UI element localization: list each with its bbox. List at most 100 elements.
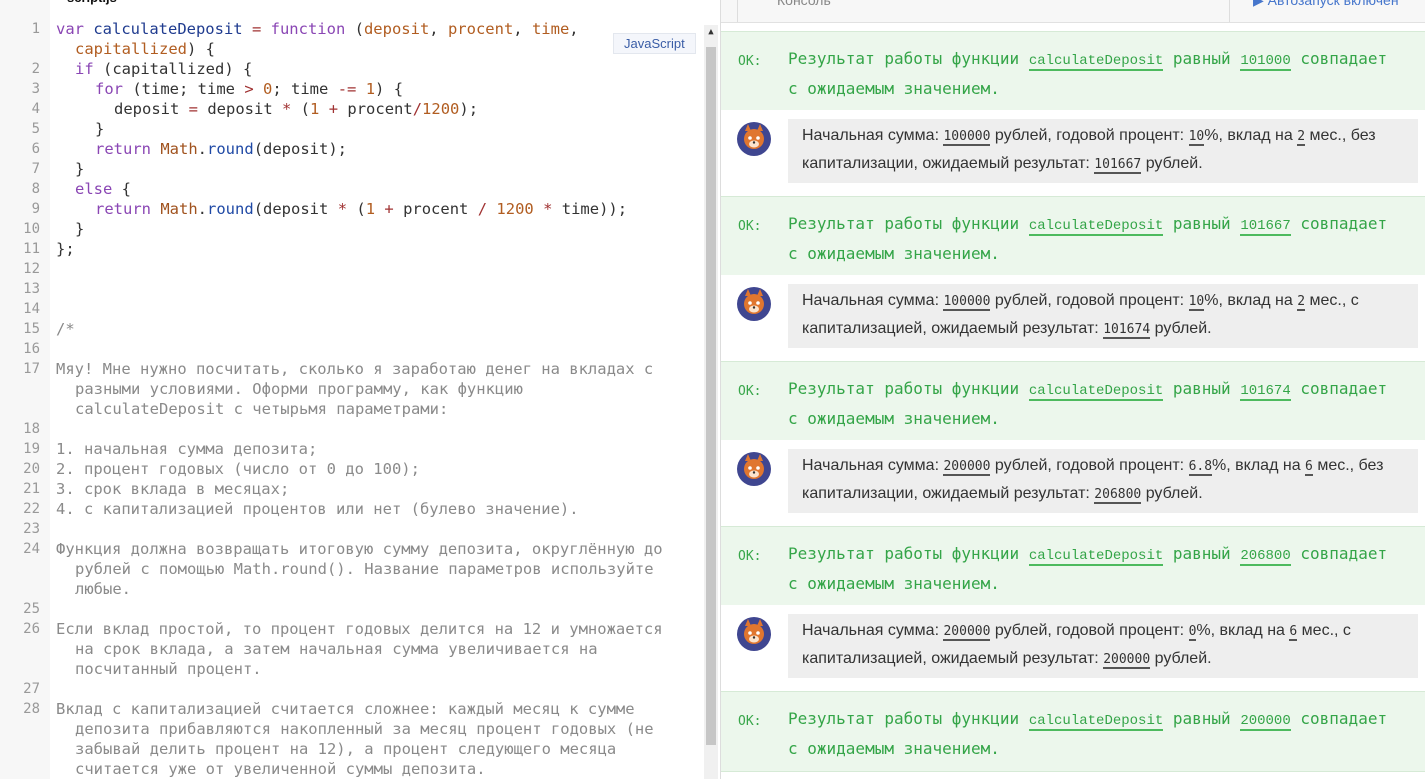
msg-value: 200000 — [943, 459, 991, 476]
ok-message: Результат работы функции calculateDeposi… — [788, 210, 1408, 268]
ok-message: Результат работы функции calculateDeposi… — [788, 705, 1408, 763]
line-number: 13 — [23, 281, 40, 297]
code-line: var calculateDeposit = function (deposit… — [56, 19, 579, 39]
ok-label: OK: — [738, 384, 762, 399]
ok-equal: равный — [1172, 49, 1231, 68]
ok-prefix: Результат работы функции — [788, 49, 1020, 68]
console-title: Консоль — [777, 0, 831, 8]
comment-line: 3. срок вклада в месяцах; — [56, 480, 290, 498]
msg-text: рублей, годовой процент: — [990, 622, 1189, 639]
token-number: 1 — [310, 100, 320, 118]
msg-text: рублей. — [1141, 155, 1203, 172]
ok-prefix: Результат работы функции — [788, 544, 1020, 563]
line-number: 14 — [23, 301, 40, 317]
code-line: } — [75, 160, 85, 178]
header-divider — [737, 0, 738, 22]
cat-avatar-icon — [737, 122, 771, 156]
token-plain: ; time — [272, 80, 338, 98]
comment-line: на срок вклада, а затем начальная сумма … — [75, 640, 598, 658]
cat-avatar-icon — [737, 287, 771, 321]
msg-text: Начальная сумма: — [802, 457, 944, 474]
console-log-entry: Начальная сумма: 200000 рублей, годовой … — [721, 605, 1425, 691]
token-plain: procent — [393, 200, 478, 218]
result-value: 206800 — [1240, 548, 1291, 566]
msg-value: 10 — [1188, 129, 1205, 146]
token-plain: , — [569, 20, 579, 38]
msg-text: %, вклад на — [1204, 127, 1298, 144]
line-number: 27 — [23, 681, 40, 697]
token-plain: { — [112, 180, 131, 198]
autorun-toggle[interactable]: ▶ Автозапуск включен — [1253, 0, 1399, 9]
code-line: return Math.round(deposit * (1 + procent… — [95, 199, 627, 219]
token-op: + — [328, 100, 339, 118]
ok-label: OK: — [738, 714, 762, 729]
code-line: capitallized) { — [75, 39, 215, 59]
comment-line: Функция должна возвращать итоговую сумму… — [56, 540, 663, 558]
editor-scrollbar-thumb[interactable] — [706, 47, 716, 745]
msg-value: 2 — [1297, 294, 1306, 311]
ok-suffix: совпадает — [1300, 544, 1388, 563]
result-value: 200000 — [1240, 713, 1291, 731]
line-number: 9 — [31, 201, 40, 217]
ok-line2: с ожидаемым значением. — [788, 79, 1000, 98]
token-property: round — [207, 200, 254, 218]
scroll-up-icon[interactable]: ▲ — [705, 25, 717, 39]
token-op: / — [412, 100, 423, 118]
result-value: 101674 — [1240, 383, 1291, 401]
line-number: 17 — [23, 361, 40, 377]
msg-value: 6.8 — [1188, 459, 1213, 476]
token-keyword: for — [95, 80, 123, 98]
msg-value: 101667 — [1094, 157, 1142, 174]
ok-line2: с ожидаемым значением. — [788, 574, 1000, 593]
function-name: calculateDeposit — [1028, 548, 1164, 566]
token-op: -= — [337, 80, 357, 98]
comment-line: Вклад с капитализацией считается сложнее… — [56, 700, 635, 718]
token-op: = — [242, 20, 271, 38]
token-param: deposit — [363, 20, 430, 38]
token-number: 1 — [365, 80, 376, 98]
token-param: time — [531, 20, 570, 38]
comment-line: депозита прибавляются накопленный за мес… — [75, 720, 654, 738]
ok-suffix: совпадает — [1300, 379, 1388, 398]
token-number: 1 — [365, 200, 376, 218]
token-plain: procent — [338, 100, 413, 118]
console-ok-entry: OK: Результат работы функции calculateDe… — [721, 691, 1425, 772]
comment-line: забывай делить процент на 12), а процент… — [75, 740, 617, 758]
file-tab[interactable]: script.js — [53, 0, 131, 8]
ok-message: Результат работы функции calculateDeposi… — [788, 45, 1408, 103]
ok-label: OK: — [738, 549, 762, 564]
line-number: 19 — [23, 441, 40, 457]
console-header: ‹› Консоль ▶ Автозапуск включен — [721, 0, 1425, 23]
code-editor[interactable]: script.js 1 2 3 4 5 6 7 8 9 10 11 12 13 … — [0, 0, 720, 779]
line-number: 8 — [31, 181, 40, 197]
line-number: 25 — [23, 601, 40, 617]
console-log-entry: Начальная сумма: 100000 рублей, годовой … — [721, 275, 1425, 361]
ok-message: Результат работы функции calculateDeposi… — [788, 540, 1408, 598]
msg-text: рублей, годовой процент: — [990, 457, 1189, 474]
msg-text: %, вклад на — [1204, 292, 1298, 309]
cat-avatar-icon — [737, 452, 771, 486]
comment-line: разными условиями. Оформи программу, как… — [75, 380, 523, 398]
msg-text: Начальная сумма: — [802, 622, 944, 639]
function-name: calculateDeposit — [1028, 713, 1164, 731]
ok-suffix: совпадает — [1300, 709, 1388, 728]
console-ok-entry: OK: Результат работы функции calculateDe… — [721, 31, 1425, 111]
line-number: 12 — [23, 261, 40, 277]
line-number: 15 — [23, 321, 40, 337]
line-number: 21 — [23, 481, 40, 497]
console-ok-entry: OK: Результат работы функции calculateDe… — [721, 526, 1425, 606]
msg-value: 100000 — [943, 294, 991, 311]
token-op: > — [244, 80, 254, 98]
msg-text: рублей. — [1150, 320, 1212, 337]
token-number: 0 — [263, 80, 273, 98]
token-builtin: Math — [160, 200, 198, 218]
token-plain: ) { — [186, 40, 215, 58]
msg-text: Начальная сумма: — [802, 127, 944, 144]
msg-value: 101674 — [1103, 322, 1151, 339]
console-log-entry: Начальная сумма: 100000 рублей, годовой … — [721, 110, 1425, 196]
token-plain: . — [197, 140, 208, 158]
line-number: 18 — [23, 421, 40, 437]
